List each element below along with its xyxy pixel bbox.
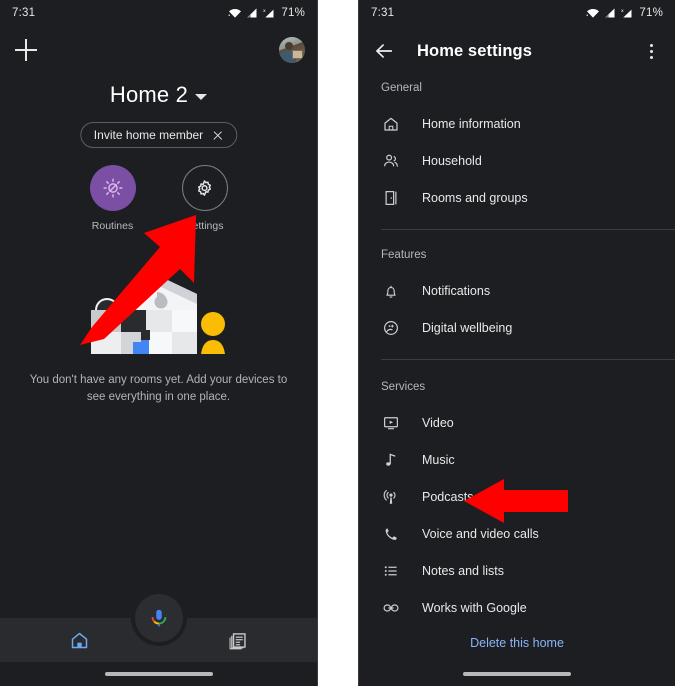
status-bar: 7:31 x 71% <box>0 0 317 26</box>
list-item-label: Works with Google <box>422 600 527 615</box>
list-item-home-information[interactable]: Home information <box>359 105 675 142</box>
avatar-object <box>292 50 303 59</box>
section-title: Features <box>381 249 427 261</box>
phone-icon <box>381 524 401 544</box>
svg-text:x: x <box>263 9 266 14</box>
nav-item-home[interactable] <box>0 630 159 651</box>
section-services: Services Video Music Podcasts Voice and … <box>359 381 675 626</box>
app-bar: Home settings <box>359 30 675 72</box>
nav-item-feed[interactable] <box>159 630 318 651</box>
right-gesture-area <box>359 662 675 686</box>
routines-icon <box>102 178 123 198</box>
bell-icon <box>381 281 401 301</box>
assistant-mic-button[interactable] <box>134 594 183 642</box>
invite-chip-label: Invite home member <box>93 128 204 142</box>
list-item-label: Podcasts <box>422 489 474 504</box>
gear-icon <box>197 179 212 196</box>
list-item-household[interactable]: Household <box>359 142 675 179</box>
section-general: General Home information Household Rooms… <box>359 82 675 230</box>
section-title: General <box>381 82 422 94</box>
home-outline-icon <box>381 114 401 134</box>
status-time: 7:31 <box>371 7 395 19</box>
list-item-label: Home information <box>422 116 521 131</box>
battery-percent: 71% <box>639 7 663 19</box>
page-title: Home settings <box>417 41 532 60</box>
list-item-label: Notifications <box>422 283 491 298</box>
page-title: Home 2 <box>109 82 189 107</box>
signal-no-sim-icon: x <box>263 9 274 18</box>
list-item-digital-wellbeing[interactable]: Digital wellbeing <box>359 309 675 346</box>
section-divider <box>381 229 675 230</box>
status-bar: 7:31 x 71% <box>359 0 675 26</box>
quick-action-label: Routines <box>91 220 134 232</box>
left-phone-screen: 7:31 x 71% Home 2 Invite home member Rou… <box>0 0 318 686</box>
routines-circle <box>89 165 136 211</box>
quick-action-label: Settings <box>185 220 224 232</box>
door-icon <box>381 188 401 208</box>
list-item-label: Household <box>422 153 482 168</box>
list-item-works-with-google[interactable]: Works with Google <box>359 589 675 626</box>
status-indicators: x 71% <box>586 7 663 19</box>
left-top-bar <box>0 30 317 70</box>
list-item-label: Notes and lists <box>422 563 504 578</box>
list-item-label: Rooms and groups <box>422 190 528 205</box>
avatar[interactable] <box>279 37 305 63</box>
list-item-music[interactable]: Music <box>359 441 675 478</box>
gesture-bar[interactable] <box>104 672 213 676</box>
list-item-podcasts[interactable]: Podcasts <box>359 478 675 515</box>
wifi-icon <box>228 8 242 18</box>
signal-icon <box>605 8 615 18</box>
invite-home-member-chip[interactable]: Invite home member <box>79 122 238 148</box>
people-icon <box>381 151 401 171</box>
status-indicators: x 71% <box>228 7 305 19</box>
list-item-notes-and-lists[interactable]: Notes and lists <box>359 552 675 589</box>
list-icon <box>381 561 401 581</box>
video-icon <box>381 413 401 433</box>
section-title: Services <box>381 381 426 393</box>
signal-no-sim-icon: x <box>621 9 632 18</box>
settings-circle <box>181 165 228 211</box>
home-icon <box>71 632 87 648</box>
plus-icon[interactable] <box>12 36 40 64</box>
quick-action-routines[interactable]: Routines <box>78 165 148 232</box>
list-item-label: Voice and video calls <box>422 526 539 541</box>
left-gesture-area <box>0 662 317 686</box>
back-arrow-icon[interactable] <box>373 40 395 62</box>
list-item-video[interactable]: Video <box>359 404 675 441</box>
right-phone-screen: 7:31 x 71% Home settings General Home in… <box>358 0 675 686</box>
section-features: Features Notifications Digital wellbeing <box>359 249 675 360</box>
feed-icon <box>229 632 246 649</box>
link-icon <box>381 598 401 618</box>
list-item-label: Video <box>422 415 454 430</box>
battery-percent: 71% <box>281 7 305 19</box>
status-time: 7:31 <box>12 7 36 19</box>
podcast-icon <box>381 487 401 507</box>
list-item-rooms-and-groups[interactable]: Rooms and groups <box>359 179 675 216</box>
section-divider <box>381 359 675 360</box>
wifi-icon <box>586 8 600 18</box>
empty-state-text: You don't have any rooms yet. Add your d… <box>29 374 288 403</box>
avatar-head <box>285 42 293 50</box>
svg-text:x: x <box>621 9 624 14</box>
list-item-label: Digital wellbeing <box>422 320 513 335</box>
list-item-label: Music <box>422 452 455 467</box>
quick-action-settings[interactable]: Settings <box>170 165 240 232</box>
close-icon[interactable] <box>212 130 223 141</box>
list-item-notifications[interactable]: Notifications <box>359 272 675 309</box>
quick-actions: Routines Settings <box>0 165 317 232</box>
list-item-voice-and-video-calls[interactable]: Voice and video calls <box>359 515 675 552</box>
delete-this-home-link[interactable]: Delete this home <box>359 636 675 650</box>
more-vert-icon[interactable] <box>641 41 661 61</box>
home-selector[interactable]: Home 2 <box>0 82 317 108</box>
wellbeing-icon <box>381 318 401 338</box>
signal-icon <box>247 8 257 18</box>
screenshot-stage: 7:31 x 71% Home 2 Invite home member Rou… <box>0 0 675 686</box>
chevron-down-icon <box>195 94 208 100</box>
gesture-bar[interactable] <box>463 672 571 676</box>
google-assistant-mic-icon <box>151 609 166 627</box>
empty-home-illustration <box>90 276 225 354</box>
music-note-icon <box>381 450 401 470</box>
